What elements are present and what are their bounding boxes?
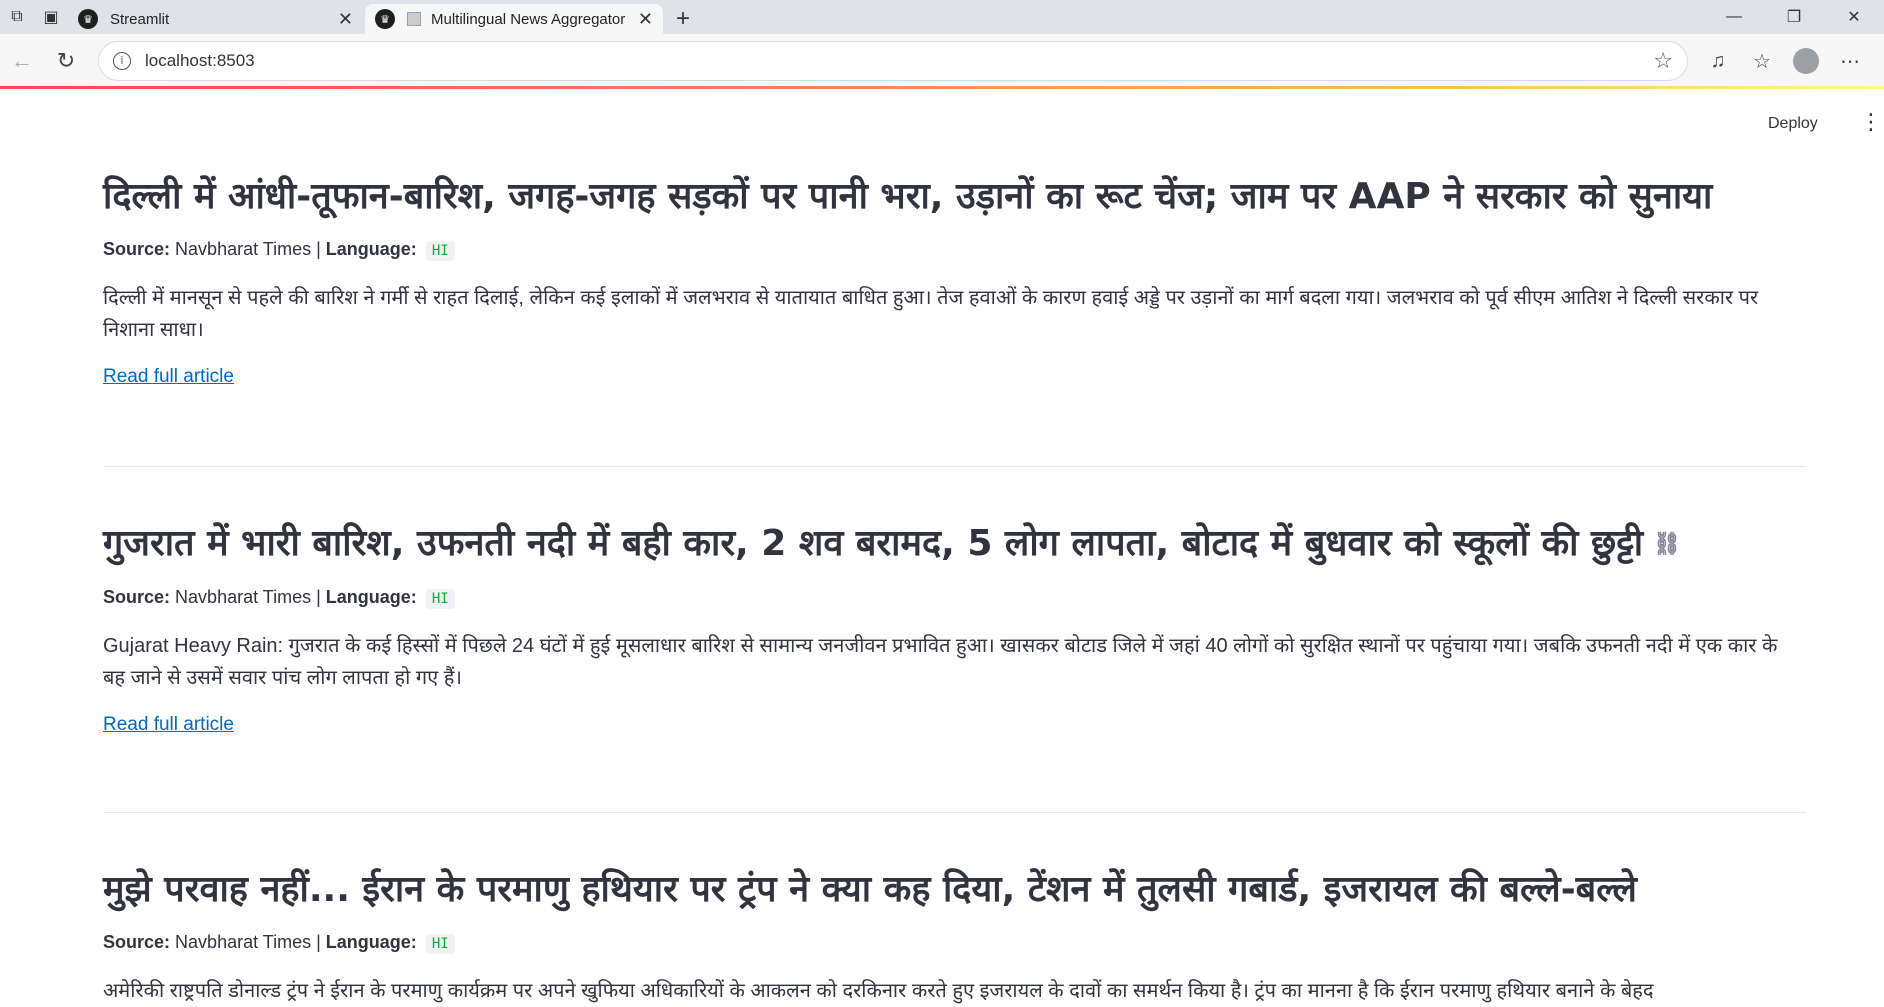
language-label: Language: [325,587,417,607]
language-code: HI [425,241,455,261]
favorite-star-icon[interactable]: ☆ [1653,48,1673,74]
streamlit-app: Deploy ⋮ दिल्ली में आंधी-तूफान-बारिश, जग… [0,89,1884,1005]
language-label: Language: [325,239,417,259]
tab-title: Streamlit [110,10,170,28]
source-value: Navbharat Times [175,587,312,607]
address-bar[interactable]: i localhost:8503 ☆ [98,41,1688,81]
read-full-article-link[interactable]: Read full article [103,366,234,388]
browser-tab-strip: ⧉ ▣ ♛ Streamlit ✕ ♛ Multilingual News Ag… [0,0,1884,34]
more-options-icon[interactable]: ⋯ [1828,39,1872,83]
article-title: मुझे परवाह नहीं... ईरान के परमाणु हथियार… [103,869,1637,910]
article-meta: Source: Navbharat Times | Language: HI [103,932,1803,954]
language-code: HI [425,934,455,954]
toolbar-right: ♫ ☆ ⋯ [1696,39,1872,83]
new-tab-button[interactable]: + [665,4,701,34]
workspaces-icon[interactable]: ⧉ [0,0,34,34]
newspaper-icon [407,12,421,26]
profile-button[interactable] [1784,39,1828,83]
close-tab-icon[interactable]: ✕ [638,9,653,30]
favorites-icon[interactable]: ☆ [1740,39,1784,83]
streamlit-favicon-icon: ♛ [375,9,395,29]
article-summary: अमेरिकी राष्ट्रपति डोनाल्ड ट्रंप ने ईरान… [103,980,1654,1002]
refresh-button[interactable]: ↻ [44,39,88,83]
minimize-icon[interactable]: — [1704,0,1764,34]
source-value: Navbharat Times [175,239,312,259]
article-summary: दिल्ली में मानसून से पहले की बारिश ने गर… [103,287,1759,341]
source-label: Source: [103,239,171,259]
site-info-icon[interactable]: i [113,52,131,70]
window-close-icon[interactable]: ✕ [1824,0,1884,34]
article-card: दिल्ली में आंधी-तूफान-बारिश, जगह-जगह सड़… [103,173,1803,388]
avatar [1793,48,1819,74]
language-label: Language: [325,932,417,952]
source-label: Source: [103,932,171,952]
article-meta: Source: Navbharat Times | Language: HI [103,239,1803,261]
streamlit-favicon-icon: ♛ [78,9,98,29]
back-button[interactable]: ← [0,39,44,83]
restore-icon[interactable]: ❐ [1764,0,1824,34]
url-text: localhost:8503 [145,51,255,70]
vertical-tabs-icon[interactable]: ▣ [34,0,68,34]
tab-title: Multilingual News Aggregator [431,10,626,28]
divider [103,466,1806,467]
window-controls: — ❐ ✕ [1704,0,1884,34]
divider [103,812,1806,813]
deploy-button[interactable]: Deploy [1768,115,1818,133]
source-value: Navbharat Times [175,932,312,952]
tab-streamlit[interactable]: ♛ Streamlit ✕ [68,4,363,34]
close-tab-icon[interactable]: ✕ [338,9,353,30]
read-full-article-link[interactable]: Read full article [103,714,234,736]
article-title: गुजरात में भारी बारिश, उफनती नदी में बही… [103,520,1803,569]
language-code: HI [425,589,455,609]
article-title-text: गुजरात में भारी बारिश, उफनती नदी में बही… [103,523,1644,564]
source-label: Source: [103,587,171,607]
main-menu-icon[interactable]: ⋮ [1860,111,1882,133]
article-title: दिल्ली में आंधी-तूफान-बारिश, जगह-जगह सड़… [103,176,1713,217]
link-anchor-icon[interactable]: ⛓ [1653,532,1681,557]
article-card: गुजरात में भारी बारिश, उफनती नदी में बही… [103,520,1803,736]
read-aloud-icon[interactable]: ♫ [1696,39,1740,83]
article-meta: Source: Navbharat Times | Language: HI [103,587,1803,609]
article-summary: Gujarat Heavy Rain: गुजरात के कई हिस्सों… [103,635,1778,689]
article-card: मुझे परवाह नहीं... ईरान के परमाणु हथियार… [103,866,1803,1007]
browser-toolbar: ← ↻ i localhost:8503 ☆ ♫ ☆ ⋯ [0,34,1884,88]
tab-multilingual-news[interactable]: ♛ Multilingual News Aggregator ✕ [365,4,663,34]
